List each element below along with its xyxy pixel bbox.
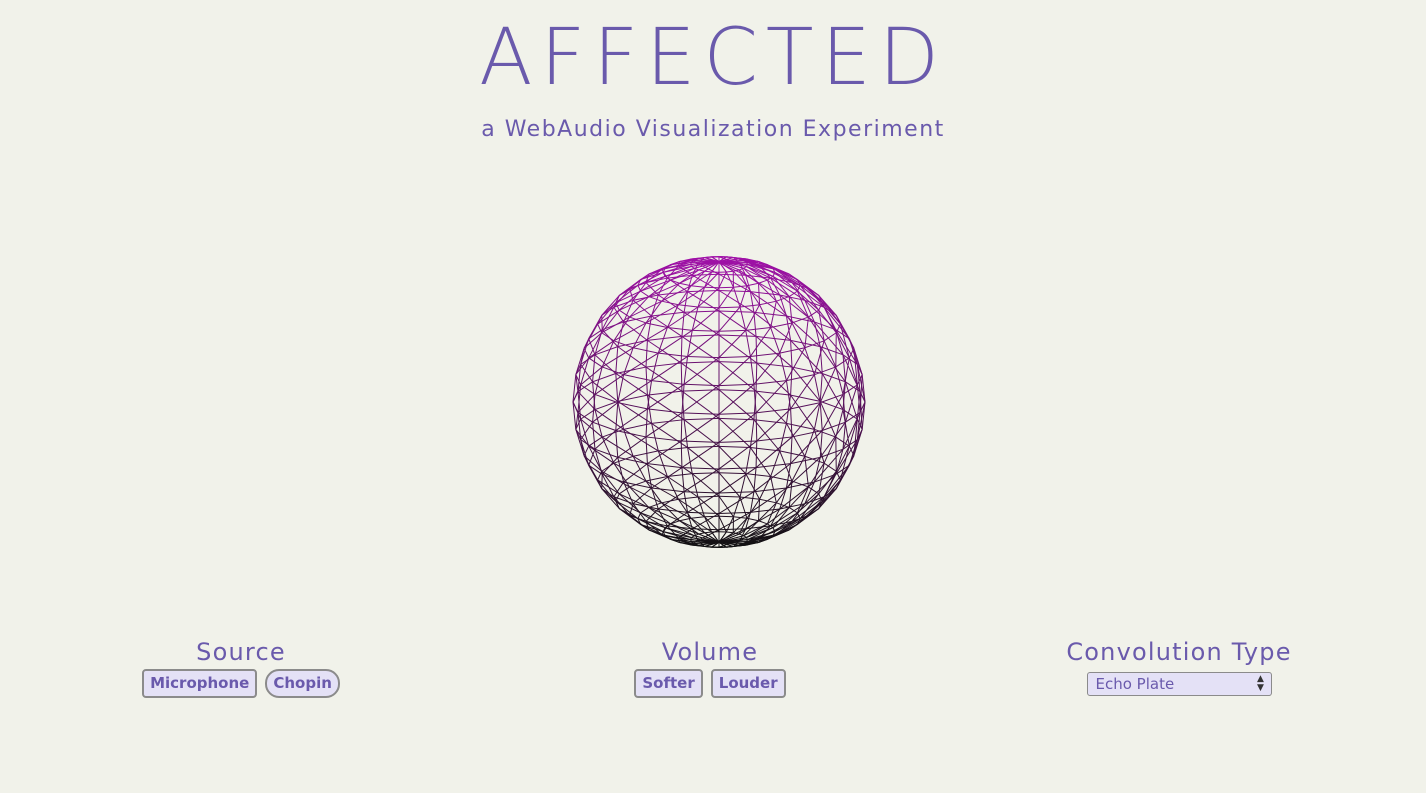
convolution-control-group: Convolution Type Echo Plate ▲ ▼	[1060, 636, 1298, 696]
source-label: Source	[196, 638, 286, 666]
page-title: AFFECTED	[479, 13, 947, 103]
microphone-button[interactable]: Microphone	[142, 669, 258, 698]
chopin-button[interactable]: Chopin	[265, 669, 340, 698]
softer-button[interactable]: Softer	[634, 669, 703, 698]
louder-button[interactable]: Louder	[710, 669, 786, 698]
select-updown-arrows-icon: ▲ ▼	[1257, 674, 1264, 693]
convolution-type-label: Convolution Type	[1066, 638, 1292, 666]
volume-label: Volume	[661, 638, 759, 666]
volume-control-group: Volume Softer Louder	[610, 636, 810, 698]
wireframe-sphere-visualization	[563, 246, 875, 558]
convolution-type-select[interactable]: Echo Plate ▲ ▼	[1086, 672, 1272, 696]
page: AFFECTED a WebAudio Visualization Experi…	[0, 0, 1426, 793]
page-subtitle: a WebAudio Visualization Experiment	[481, 117, 945, 142]
convolution-type-selected-value: Echo Plate	[1095, 675, 1175, 693]
source-control-group: Source Microphone Chopin	[136, 636, 346, 698]
